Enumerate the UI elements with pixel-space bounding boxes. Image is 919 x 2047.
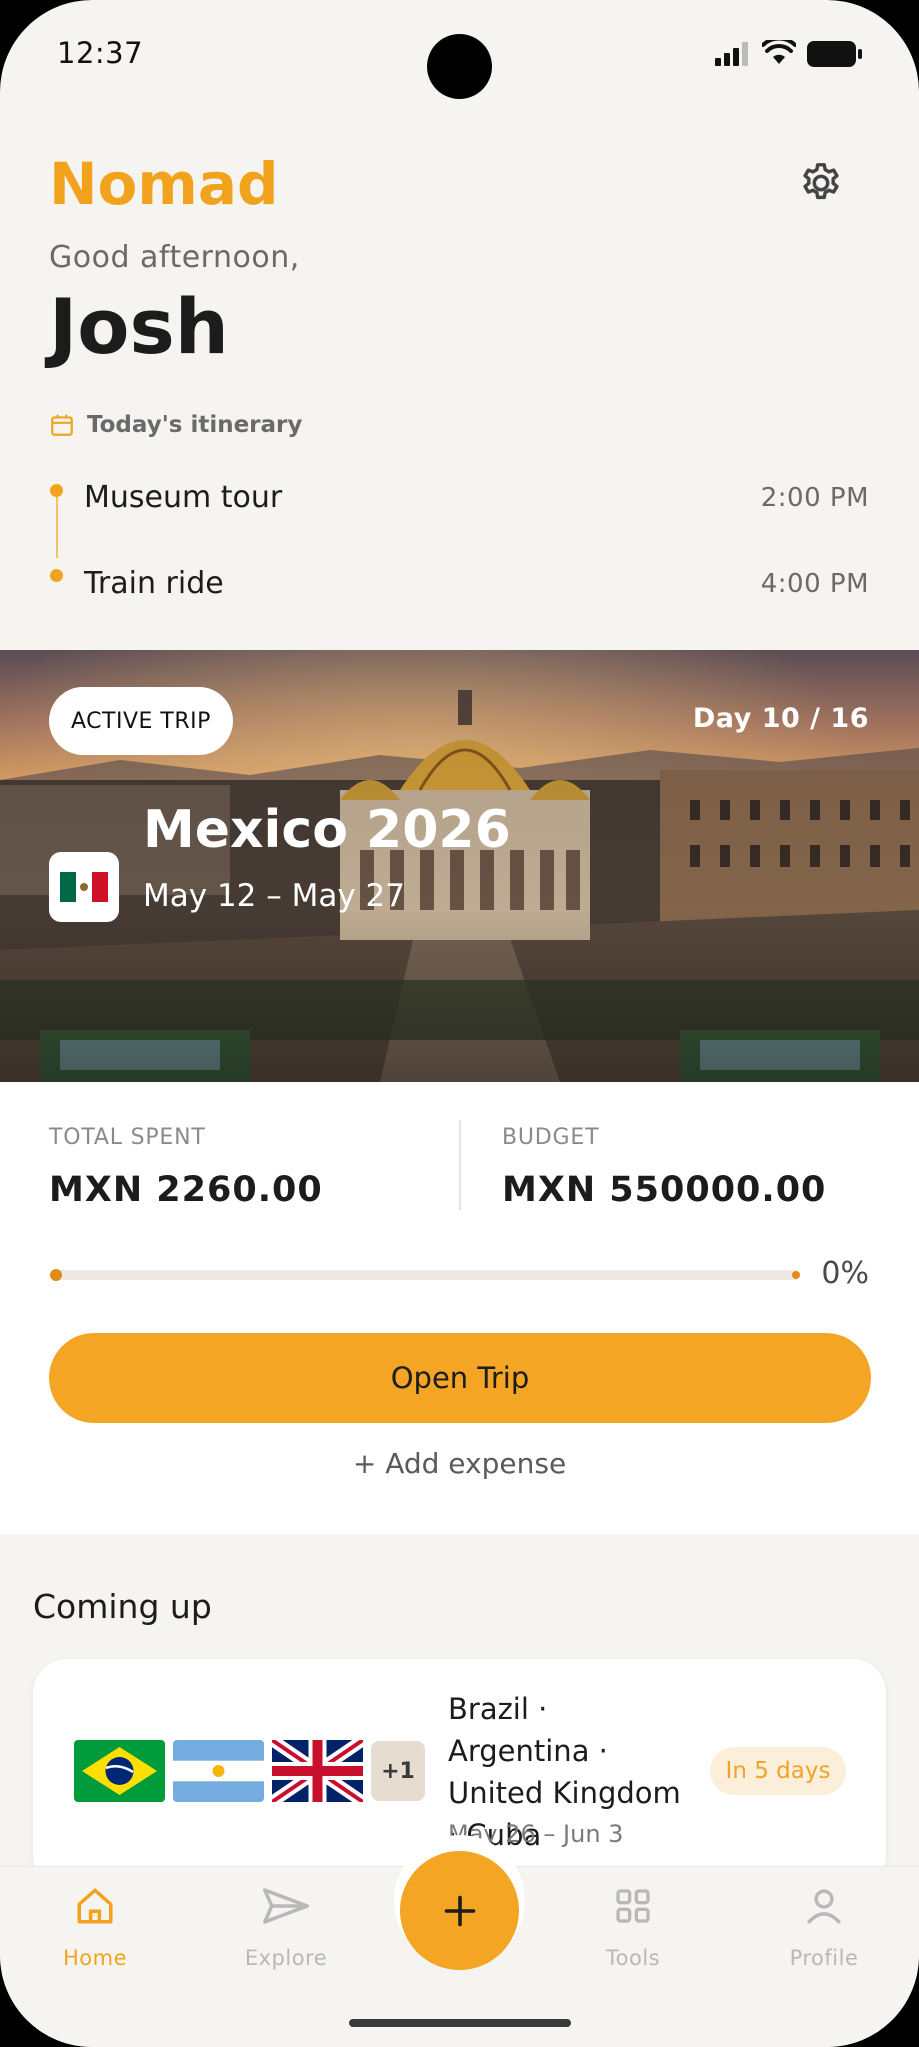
budget-progress-end xyxy=(792,1271,800,1279)
app-screen: 12:37 Nomad Good afternoon, Josh Today's… xyxy=(0,0,919,2047)
greeting-text: Good afternoon, xyxy=(49,240,300,275)
status-bar: 12:37 xyxy=(0,0,919,110)
coming-up-title: Coming up xyxy=(33,1587,212,1626)
itinerary-header: Today's itinerary xyxy=(49,412,302,438)
mexico-flag-icon xyxy=(60,872,108,902)
home-indicator xyxy=(349,2019,571,2027)
total-spent-label: TOTAL SPENT xyxy=(49,1125,206,1150)
nav-item-home[interactable]: Home xyxy=(35,1880,155,1970)
itinerary-item-time: 4:00 PM xyxy=(760,569,869,599)
open-trip-button[interactable]: Open Trip xyxy=(49,1333,871,1423)
battery-icon xyxy=(807,41,862,67)
nav-item-explore[interactable]: Explore xyxy=(226,1880,346,1970)
budget-value: MXN 550000.00 xyxy=(502,1170,827,1210)
add-expense-link[interactable]: + Add expense xyxy=(0,1447,919,1480)
budget-label: BUDGET xyxy=(502,1125,600,1150)
wifi-icon xyxy=(762,40,796,64)
timeline-dot xyxy=(50,569,63,582)
home-icon xyxy=(77,1888,113,1924)
itinerary-item-name[interactable]: Museum tour xyxy=(84,480,282,515)
trip-flags: +1 xyxy=(74,1740,425,1802)
nav-item-tools[interactable]: Tools xyxy=(573,1880,693,1970)
timeline-dot xyxy=(50,484,63,497)
status-time: 12:37 xyxy=(57,36,144,70)
trip-title: Mexico 2026 xyxy=(143,800,511,860)
brazil-flag-icon xyxy=(74,1740,165,1802)
budget-progress-track xyxy=(50,1270,800,1280)
active-trip-badge: ACTIVE TRIP xyxy=(49,687,233,755)
trip-day-progress: Day 10 / 16 xyxy=(692,703,869,734)
add-fab-button[interactable] xyxy=(400,1851,519,1970)
plus-icon xyxy=(444,1895,475,1926)
trip-dates: May 12 – May 27 xyxy=(143,878,405,914)
user-icon xyxy=(807,1889,841,1924)
grid-icon xyxy=(616,1889,650,1923)
divider xyxy=(459,1120,461,1210)
more-flags-count: +1 xyxy=(371,1741,425,1801)
nav-label-home: Home xyxy=(62,1946,127,1970)
calendar-icon xyxy=(51,414,73,436)
budget-progress-fill xyxy=(50,1269,62,1281)
uk-flag-icon xyxy=(272,1740,363,1802)
paper-plane-icon xyxy=(263,1888,309,1924)
nav-label-explore: Explore xyxy=(244,1946,328,1970)
gear-icon[interactable] xyxy=(798,160,844,206)
app-brand: Nomad xyxy=(49,150,279,218)
total-spent-value: MXN 2260.00 xyxy=(49,1170,323,1210)
itinerary-item-name[interactable]: Train ride xyxy=(84,566,224,601)
nav-item-profile[interactable]: Profile xyxy=(764,1880,884,1970)
camera-notch xyxy=(427,34,492,99)
itinerary-item-time: 2:00 PM xyxy=(760,483,869,513)
signal-icon xyxy=(715,42,748,66)
nav-label-tools: Tools xyxy=(605,1946,661,1970)
argentina-flag-icon xyxy=(173,1740,264,1802)
timeline-line xyxy=(56,490,58,558)
trip-flag-badge xyxy=(49,852,119,922)
itinerary-title: Today's itinerary xyxy=(87,412,303,438)
countdown-badge: In 5 days xyxy=(710,1747,846,1795)
nav-label-profile: Profile xyxy=(789,1946,859,1970)
user-name: Josh xyxy=(49,282,229,371)
budget-percent: 0% xyxy=(821,1256,869,1291)
